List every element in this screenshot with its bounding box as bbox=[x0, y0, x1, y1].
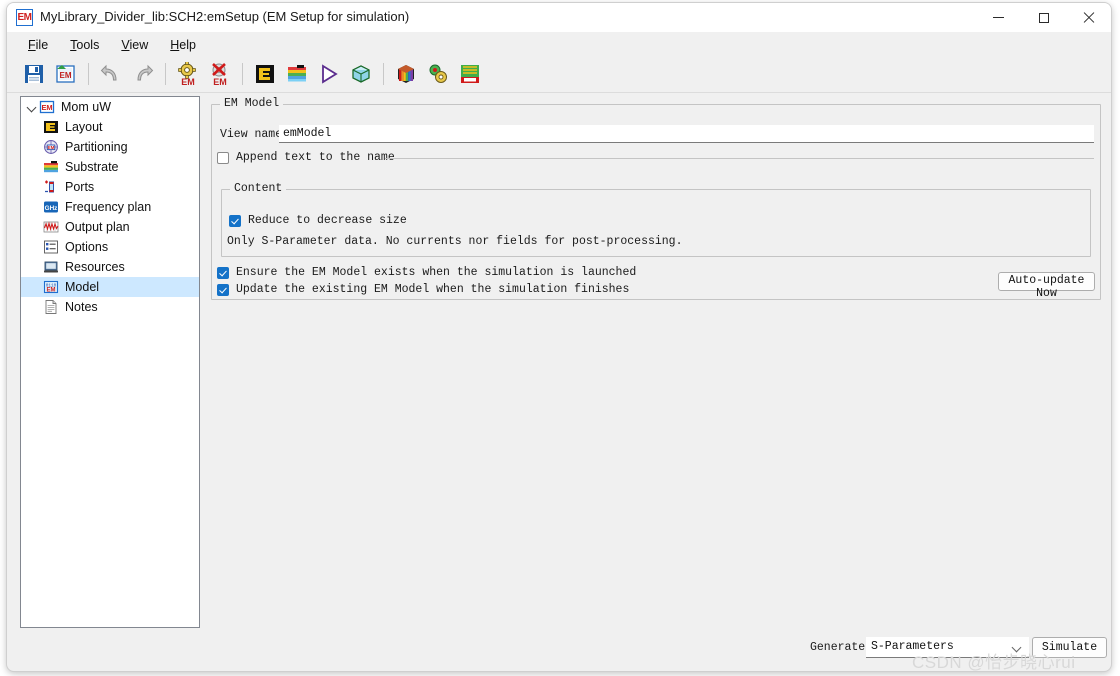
ensure-model-checkbox[interactable] bbox=[217, 266, 229, 279]
generate-label: Generate: bbox=[810, 641, 873, 654]
em-icon: EM bbox=[39, 99, 55, 115]
frequency-plan-icon: GHz bbox=[43, 199, 59, 215]
svg-text:EM: EM bbox=[48, 145, 55, 150]
window-controls bbox=[976, 3, 1111, 32]
toolbar-separator bbox=[165, 63, 166, 85]
sidebar-item-label: Layout bbox=[65, 120, 103, 134]
resources-icon bbox=[43, 259, 59, 275]
append-text-divider bbox=[385, 158, 1094, 159]
em-model-group-label: EM Model bbox=[220, 97, 284, 110]
update-model-row[interactable]: Update the existing EM Model when the si… bbox=[217, 283, 629, 296]
svg-text:EM: EM bbox=[60, 71, 72, 80]
generate-value: S-Parameters bbox=[871, 640, 954, 653]
ensure-model-row[interactable]: Ensure the EM Model exists when the simu… bbox=[217, 266, 636, 279]
em-cosimulation-icon[interactable] bbox=[423, 59, 453, 89]
ensure-model-label: Ensure the EM Model exists when the simu… bbox=[236, 266, 637, 279]
em-settings-icon[interactable]: EM bbox=[173, 59, 203, 89]
substrate-icon[interactable] bbox=[282, 59, 312, 89]
toolbar-separator bbox=[88, 63, 89, 85]
svg-text:EM: EM bbox=[213, 77, 227, 86]
application-window: EM MyLibrary_Divider_lib:SCH2:emSetup (E… bbox=[6, 2, 1112, 672]
sidebar-item-label: Model bbox=[65, 280, 100, 294]
save-em-icon[interactable]: EM bbox=[51, 59, 81, 89]
maximize-icon bbox=[1038, 12, 1049, 23]
sidebar-item-label: Ports bbox=[65, 180, 95, 194]
rainbow-cube-icon[interactable] bbox=[391, 59, 421, 89]
menu-tools[interactable]: Tools bbox=[59, 36, 110, 54]
simulate-button[interactable]: Simulate bbox=[1032, 637, 1107, 658]
save-icon[interactable] bbox=[19, 59, 49, 89]
chevron-down-icon[interactable] bbox=[1013, 644, 1022, 653]
toolbar: EM EM EM bbox=[7, 56, 1111, 93]
menu-help[interactable]: Help bbox=[159, 36, 207, 54]
window-title: MyLibrary_Divider_lib:SCH2:emSetup (EM S… bbox=[40, 9, 410, 24]
auto-update-now-button[interactable]: Auto-update Now bbox=[998, 272, 1095, 300]
sidebar-item-label: Resources bbox=[65, 260, 125, 274]
toolbar-separator bbox=[242, 63, 243, 85]
sidebar-item-label: Frequency plan bbox=[65, 200, 152, 214]
generate-select[interactable]: S-Parameters bbox=[866, 637, 1029, 658]
sidebar-item-options[interactable]: Options bbox=[21, 237, 199, 257]
sidebar-item-label: Options bbox=[65, 240, 109, 254]
sidebar-item-output-plan[interactable]: Output plan bbox=[21, 217, 199, 237]
menu-bar: File Tools View Help bbox=[7, 33, 1111, 56]
svg-text:EM: EM bbox=[47, 287, 56, 293]
sidebar-item-notes[interactable]: Notes bbox=[21, 297, 199, 317]
minimize-icon bbox=[993, 17, 1004, 18]
svg-text:EM: EM bbox=[181, 77, 195, 86]
tree-root-mom-uw[interactable]: EM Mom uW bbox=[21, 97, 199, 117]
sidebar-item-label: Notes bbox=[65, 300, 98, 314]
ports-icon bbox=[43, 179, 59, 195]
menu-file[interactable]: File bbox=[17, 36, 59, 54]
content-description: Only S-Parameter data. No currents nor f… bbox=[227, 235, 683, 248]
sidebar-item-resources[interactable]: Resources bbox=[21, 257, 199, 277]
svg-text:EM: EM bbox=[41, 103, 52, 112]
chevron-down-icon[interactable] bbox=[25, 100, 39, 114]
sidebar-item-ports[interactable]: Ports bbox=[21, 177, 199, 197]
notes-icon bbox=[43, 299, 59, 315]
reduce-size-row[interactable]: Reduce to decrease size bbox=[229, 214, 407, 227]
close-icon bbox=[1083, 12, 1095, 24]
layout-icon bbox=[43, 119, 59, 135]
sidebar-item-label: Substrate bbox=[65, 160, 119, 174]
minimize-button[interactable] bbox=[976, 3, 1021, 32]
sidebar-item-model[interactable]: 0110 EM Model bbox=[21, 277, 199, 297]
append-text-label: Append text to the name bbox=[236, 151, 395, 164]
sidebar-item-label: Output plan bbox=[65, 220, 130, 234]
partitioning-icon: EM bbox=[43, 139, 59, 155]
maximize-button[interactable] bbox=[1021, 3, 1066, 32]
simulate-icon[interactable] bbox=[314, 59, 344, 89]
output-plan-icon bbox=[43, 219, 59, 235]
append-text-row[interactable]: Append text to the name bbox=[217, 151, 395, 164]
reduce-size-checkbox[interactable] bbox=[229, 214, 241, 227]
tree-root-label: Mom uW bbox=[61, 100, 111, 114]
em-delete-icon[interactable]: EM bbox=[205, 59, 235, 89]
sidebar-item-substrate[interactable]: Substrate bbox=[21, 157, 199, 177]
sidebar-item-label: Partitioning bbox=[65, 140, 128, 154]
model-icon: 0110 EM bbox=[43, 279, 59, 295]
title-bar: EM MyLibrary_Divider_lib:SCH2:emSetup (E… bbox=[7, 3, 1111, 33]
redo-icon[interactable] bbox=[128, 59, 158, 89]
update-model-checkbox[interactable] bbox=[217, 283, 229, 296]
update-model-label: Update the existing EM Model when the si… bbox=[236, 283, 630, 296]
sidebar-item-frequency-plan[interactable]: GHz Frequency plan bbox=[21, 197, 199, 217]
sidebar-item-partitioning[interactable]: EM Partitioning bbox=[21, 137, 199, 157]
svg-text:GHz: GHz bbox=[45, 205, 58, 212]
substrate-icon bbox=[43, 159, 59, 175]
reduce-size-label: Reduce to decrease size bbox=[248, 214, 407, 227]
undo-icon[interactable] bbox=[96, 59, 126, 89]
em-icon: EM bbox=[16, 9, 33, 26]
menu-view[interactable]: View bbox=[110, 36, 159, 54]
view-name-input[interactable] bbox=[279, 125, 1094, 143]
layout-icon[interactable] bbox=[250, 59, 280, 89]
sidebar-item-layout[interactable]: Layout bbox=[21, 117, 199, 137]
close-button[interactable] bbox=[1066, 3, 1111, 32]
em-layout-view-icon[interactable] bbox=[455, 59, 485, 89]
options-icon bbox=[43, 239, 59, 255]
append-text-checkbox[interactable] bbox=[217, 151, 229, 164]
toolbar-separator bbox=[383, 63, 384, 85]
mesh-3d-icon[interactable] bbox=[346, 59, 376, 89]
setup-tree-panel[interactable]: EM Mom uW Layout EM Partitioning Substra… bbox=[20, 96, 200, 628]
content-group-label: Content bbox=[230, 182, 287, 195]
